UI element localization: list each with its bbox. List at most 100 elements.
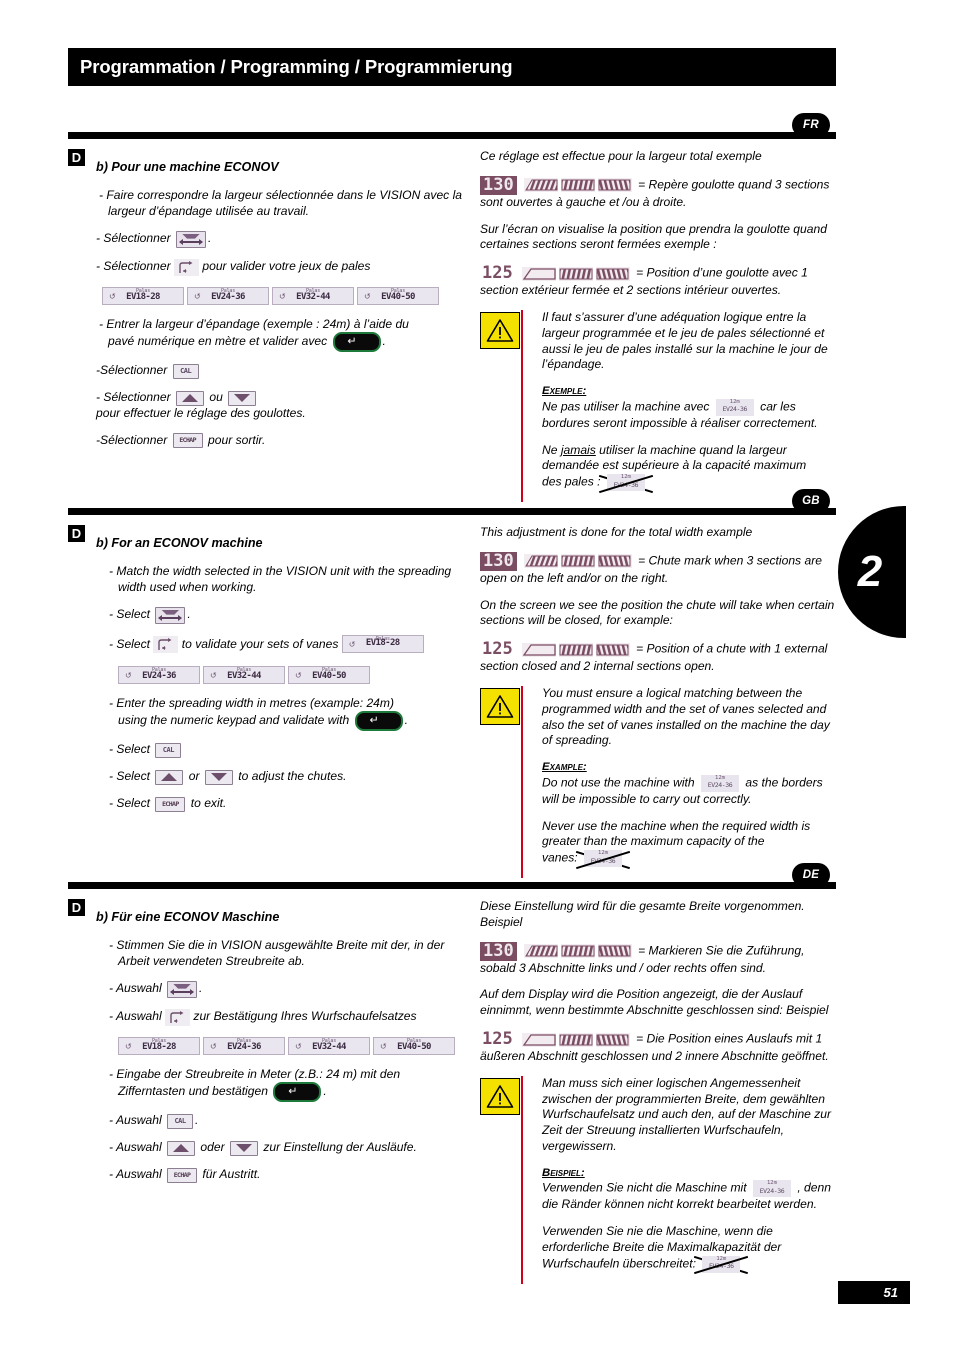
- vane-chip[interactable]: Palas ↺ EV24-36: [118, 665, 200, 684]
- lcd-total-row-fr: 130 = Repère goulotte quand 3 sections s…: [480, 175, 836, 211]
- section-divider-gb: GB: [68, 489, 836, 515]
- enter-key-icon[interactable]: ↵: [332, 332, 381, 353]
- vane-chip[interactable]: Palas ↺ EV40-50: [373, 1036, 455, 1055]
- lcd-total-sections: [523, 178, 635, 193]
- escape-key-icon[interactable]: ECHAP: [167, 1167, 198, 1183]
- width-key-icon[interactable]: [167, 980, 198, 998]
- step-adjust-label-de: - Auswahl: [109, 1140, 162, 1155]
- enter-key-icon[interactable]: ↵: [273, 1082, 322, 1103]
- warning-example-de: Beispiel: Verwenden Sie nicht die Maschi…: [542, 1166, 836, 1214]
- warning-triangle-icon: [480, 688, 520, 726]
- enter-key-glyph: ↵: [369, 714, 379, 727]
- arrow-down-key-icon[interactable]: [204, 769, 233, 785]
- arrow-up-key-icon[interactable]: [155, 769, 184, 785]
- lcd-partial-sections: [521, 1032, 633, 1047]
- vane-chip[interactable]: Palas ↺ EV32-44: [272, 286, 354, 305]
- validate-key-icon[interactable]: [165, 1008, 191, 1026]
- warning-red-bar: [521, 686, 523, 878]
- step-adjust-text-gb: to adjust the chutes.: [238, 769, 347, 784]
- language-section-fr: FR D b) Pour une machine ECONOV - Faire …: [68, 113, 836, 502]
- vane-chip[interactable]: Palas ↺ EV18-28: [102, 286, 184, 305]
- lcd-section-hatch: [597, 944, 632, 959]
- escape-key-label: ECHAP: [173, 1170, 191, 1179]
- lcd-total-row-gb: 130 = Chute mark when 3 sections are ope…: [480, 551, 836, 587]
- section-divider-fr: FR: [68, 113, 836, 139]
- page-title-bar: Programmation / Programming / Programmie…: [68, 48, 836, 86]
- lcd-partial-row-fr: 125 = Position d’une goulotte avec 1 sec…: [480, 264, 836, 299]
- chute-position-intro-de: Auf dem Display wird die Position angeze…: [480, 987, 829, 1018]
- enter-key-glyph: ↵: [347, 335, 357, 348]
- step-select-width-period-gb: .: [187, 607, 191, 622]
- enter-key-icon[interactable]: ↵: [354, 711, 403, 732]
- lcd-section-hatch: [560, 178, 595, 193]
- step-enter-width-period-gb: .: [404, 713, 409, 728]
- vane-chip[interactable]: Palas ↺ EV32-44: [203, 665, 285, 684]
- lcd-display-partial: 125: [480, 264, 633, 283]
- validate-key-icon[interactable]: [174, 258, 199, 276]
- step-validate-vanes-fr: - Sélectionner pour valider votre jeux d…: [96, 258, 468, 276]
- vane-chip-name: EV24-36: [211, 291, 245, 302]
- warning-main-text-de: Man muss sich einer logischen Angemessen…: [542, 1075, 832, 1153]
- vane-chip[interactable]: Palas ↺ EV40-50: [288, 665, 370, 684]
- lcd-display-partial: 125: [480, 1030, 633, 1049]
- vane-small-icon: 12m EV24-36: [584, 850, 623, 867]
- step-validate-text-gb: to validate your sets of vanes: [181, 636, 339, 651]
- step-validate-label-gb: - Select: [109, 636, 150, 651]
- vane-small-icon[interactable]: 12m EV24-36: [715, 398, 754, 416]
- escape-key-icon[interactable]: ECHAP: [155, 796, 186, 812]
- step-select-width-period-de: .: [199, 981, 203, 996]
- step-select-width-period-fr: .: [208, 231, 212, 246]
- lcd-section-hatch: [560, 554, 595, 569]
- step-adjust-or-gb: or: [188, 769, 200, 784]
- warning-block-fr: Il faut s’assurer d’une adéquation logiq…: [480, 310, 836, 502]
- lcd-section-hatch: [523, 554, 558, 569]
- lcd-section-open: [521, 1032, 556, 1047]
- step-enter-width-period-fr: .: [382, 334, 386, 349]
- step-exit-text-fr: pour sortir.: [208, 432, 266, 447]
- column-right-de: Diese Einstellung wird für die gesamte B…: [468, 899, 836, 1284]
- step-adjust-label-fr: - Sélectionner: [96, 390, 171, 405]
- width-key-icon[interactable]: [155, 606, 186, 624]
- lcd-section-hatch: [597, 178, 632, 193]
- lcd-section-hatch: [558, 1032, 593, 1047]
- column-left-gb: b) For an ECONOV machine - Match the wid…: [68, 525, 468, 878]
- escape-key-label: ECHAP: [179, 436, 196, 445]
- step-enter-width-fr: - Entrer la largeur d’épandage (exemple …: [96, 317, 468, 353]
- vane-small-icon[interactable]: 12m EV24-36: [700, 774, 739, 792]
- step-select-cal-label-fr: -Sélectionner: [96, 363, 168, 378]
- step-validate-text-de: zur Bestätigung Ihres Wurfschaufelsatzes: [193, 1009, 417, 1024]
- warning-text-fr: Il faut s’assurer d’une adéquation logiq…: [532, 310, 836, 502]
- escape-key-icon[interactable]: ECHAP: [172, 433, 203, 449]
- arrow-down-key-icon[interactable]: [228, 390, 257, 406]
- vane-chip-name: EV18-28: [142, 1041, 176, 1052]
- step-adjust-chutes-fr: - Sélectionner ou pour effectuer le régl…: [96, 390, 468, 422]
- validate-key-icon[interactable]: [153, 636, 179, 654]
- vane-chip[interactable]: Palas ↺ EV24-36: [203, 1036, 285, 1055]
- vane-chip[interactable]: Palas ↺ EV24-36: [187, 286, 269, 305]
- step-enter-width-line2-gb: using the numeric keypad and validate wi…: [118, 713, 350, 728]
- cal-key-icon[interactable]: CAL: [155, 742, 182, 758]
- vane-chip[interactable]: Palas ↺ EV40-50: [357, 286, 439, 305]
- vane-chip[interactable]: Palas ↺ EV18-28: [118, 1036, 200, 1055]
- lcd-total-value: 130: [480, 551, 517, 571]
- vane-chip[interactable]: Palas ↺ EV32-44: [288, 1036, 370, 1055]
- step-select-cal-period-de: .: [195, 1113, 199, 1128]
- arrow-down-key-icon[interactable]: [230, 1140, 258, 1156]
- width-key-icon[interactable]: [176, 230, 206, 248]
- vane-chip[interactable]: Palas ↺ EV18-28: [341, 634, 424, 653]
- cal-key-icon[interactable]: CAL: [167, 1113, 194, 1129]
- step-enter-width-line1-fr: - Entrer la largeur d’épandage (exemple …: [99, 316, 409, 331]
- step-enter-width-line1-gb: - Enter the spreading width in metres (e…: [109, 695, 395, 710]
- step-adjust-chutes-de: - Auswahl oder zur Einstellung der Auslä…: [96, 1140, 468, 1156]
- cal-key-icon[interactable]: CAL: [172, 363, 199, 379]
- step-exit-label-gb: - Select: [109, 796, 150, 811]
- arrow-up-key-icon[interactable]: [176, 390, 204, 406]
- chapter-number: 2: [857, 547, 883, 596]
- enter-key-glyph: ↵: [288, 1085, 298, 1098]
- vane-small-icon[interactable]: 12m EV24-36: [752, 1180, 791, 1198]
- lcd-total-row-de: 130 = Markieren Sie die Zuführung, sobal…: [480, 941, 836, 977]
- warning-block-de: Man muss sich einer logischen Angemessen…: [480, 1075, 836, 1284]
- section-marker-fr: D: [68, 149, 85, 166]
- arrow-up-key-icon[interactable]: [167, 1140, 196, 1156]
- warning-never-gb: Never use the machine when the required …: [542, 819, 836, 867]
